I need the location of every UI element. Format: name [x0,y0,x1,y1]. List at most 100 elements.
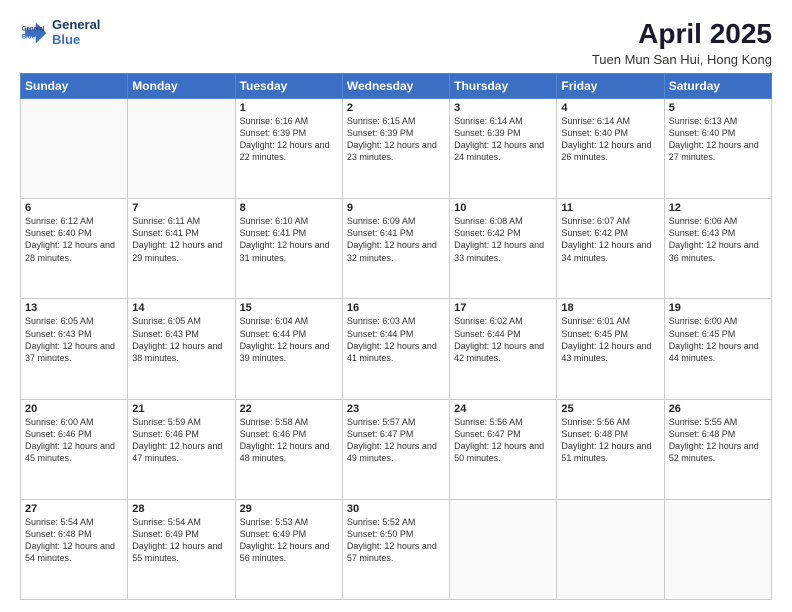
calendar-cell: 9Sunrise: 6:09 AM Sunset: 6:41 PM Daylig… [342,199,449,299]
calendar-cell: 25Sunrise: 5:56 AM Sunset: 6:48 PM Dayli… [557,399,664,499]
cell-info: Sunrise: 6:09 AM Sunset: 6:41 PM Dayligh… [347,215,445,264]
logo-icon: General Blue [20,19,48,47]
day-number: 28 [132,503,230,515]
cell-info: Sunrise: 6:13 AM Sunset: 6:40 PM Dayligh… [669,115,767,164]
day-number: 24 [454,403,552,415]
day-number: 4 [561,102,659,114]
calendar-cell: 19Sunrise: 6:00 AM Sunset: 6:45 PM Dayli… [664,299,771,399]
cell-info: Sunrise: 5:59 AM Sunset: 6:46 PM Dayligh… [132,416,230,465]
day-number: 1 [240,102,338,114]
calendar-cell: 30Sunrise: 5:52 AM Sunset: 6:50 PM Dayli… [342,499,449,599]
calendar-week-4: 20Sunrise: 6:00 AM Sunset: 6:46 PM Dayli… [21,399,772,499]
page-subtitle: Tuen Mun San Hui, Hong Kong [592,52,772,67]
day-number: 8 [240,202,338,214]
cell-info: Sunrise: 6:10 AM Sunset: 6:41 PM Dayligh… [240,215,338,264]
cell-info: Sunrise: 6:00 AM Sunset: 6:45 PM Dayligh… [669,315,767,364]
svg-text:General: General [22,25,45,32]
cell-info: Sunrise: 6:06 AM Sunset: 6:43 PM Dayligh… [669,215,767,264]
day-number: 3 [454,102,552,114]
calendar-cell: 23Sunrise: 5:57 AM Sunset: 6:47 PM Dayli… [342,399,449,499]
calendar-week-3: 13Sunrise: 6:05 AM Sunset: 6:43 PM Dayli… [21,299,772,399]
calendar-cell [557,499,664,599]
calendar-cell: 20Sunrise: 6:00 AM Sunset: 6:46 PM Dayli… [21,399,128,499]
calendar-cell: 13Sunrise: 6:05 AM Sunset: 6:43 PM Dayli… [21,299,128,399]
cell-info: Sunrise: 6:03 AM Sunset: 6:44 PM Dayligh… [347,315,445,364]
cell-info: Sunrise: 6:05 AM Sunset: 6:43 PM Dayligh… [25,315,123,364]
calendar-cell [128,99,235,199]
day-number: 12 [669,202,767,214]
calendar-week-2: 6Sunrise: 6:12 AM Sunset: 6:40 PM Daylig… [21,199,772,299]
calendar-cell: 29Sunrise: 5:53 AM Sunset: 6:49 PM Dayli… [235,499,342,599]
day-number: 26 [669,403,767,415]
cell-info: Sunrise: 5:58 AM Sunset: 6:46 PM Dayligh… [240,416,338,465]
calendar-cell: 24Sunrise: 5:56 AM Sunset: 6:47 PM Dayli… [450,399,557,499]
weekday-header-thursday: Thursday [450,74,557,99]
calendar-cell: 8Sunrise: 6:10 AM Sunset: 6:41 PM Daylig… [235,199,342,299]
cell-info: Sunrise: 5:54 AM Sunset: 6:49 PM Dayligh… [132,516,230,565]
calendar-cell: 3Sunrise: 6:14 AM Sunset: 6:39 PM Daylig… [450,99,557,199]
weekday-header-saturday: Saturday [664,74,771,99]
calendar-cell [21,99,128,199]
day-number: 18 [561,302,659,314]
day-number: 21 [132,403,230,415]
calendar-week-5: 27Sunrise: 5:54 AM Sunset: 6:48 PM Dayli… [21,499,772,599]
calendar-cell: 5Sunrise: 6:13 AM Sunset: 6:40 PM Daylig… [664,99,771,199]
calendar-table: SundayMondayTuesdayWednesdayThursdayFrid… [20,73,772,600]
calendar-cell: 28Sunrise: 5:54 AM Sunset: 6:49 PM Dayli… [128,499,235,599]
weekday-header-friday: Friday [557,74,664,99]
weekday-header-sunday: Sunday [21,74,128,99]
calendar-cell: 21Sunrise: 5:59 AM Sunset: 6:46 PM Dayli… [128,399,235,499]
cell-info: Sunrise: 5:52 AM Sunset: 6:50 PM Dayligh… [347,516,445,565]
calendar-cell: 6Sunrise: 6:12 AM Sunset: 6:40 PM Daylig… [21,199,128,299]
cell-info: Sunrise: 5:53 AM Sunset: 6:49 PM Dayligh… [240,516,338,565]
day-number: 14 [132,302,230,314]
day-number: 5 [669,102,767,114]
calendar-cell: 4Sunrise: 6:14 AM Sunset: 6:40 PM Daylig… [557,99,664,199]
calendar-cell: 16Sunrise: 6:03 AM Sunset: 6:44 PM Dayli… [342,299,449,399]
day-number: 30 [347,503,445,515]
calendar-week-1: 1Sunrise: 6:16 AM Sunset: 6:39 PM Daylig… [21,99,772,199]
cell-info: Sunrise: 6:14 AM Sunset: 6:40 PM Dayligh… [561,115,659,164]
day-number: 25 [561,403,659,415]
day-number: 9 [347,202,445,214]
calendar-cell: 10Sunrise: 6:08 AM Sunset: 6:42 PM Dayli… [450,199,557,299]
calendar-cell: 27Sunrise: 5:54 AM Sunset: 6:48 PM Dayli… [21,499,128,599]
cell-info: Sunrise: 5:56 AM Sunset: 6:47 PM Dayligh… [454,416,552,465]
calendar-cell: 22Sunrise: 5:58 AM Sunset: 6:46 PM Dayli… [235,399,342,499]
calendar-cell: 1Sunrise: 6:16 AM Sunset: 6:39 PM Daylig… [235,99,342,199]
calendar-cell: 2Sunrise: 6:15 AM Sunset: 6:39 PM Daylig… [342,99,449,199]
day-number: 23 [347,403,445,415]
day-number: 19 [669,302,767,314]
weekday-header-monday: Monday [128,74,235,99]
cell-info: Sunrise: 6:11 AM Sunset: 6:41 PM Dayligh… [132,215,230,264]
day-number: 10 [454,202,552,214]
cell-info: Sunrise: 5:57 AM Sunset: 6:47 PM Dayligh… [347,416,445,465]
day-number: 11 [561,202,659,214]
cell-info: Sunrise: 6:07 AM Sunset: 6:42 PM Dayligh… [561,215,659,264]
day-number: 20 [25,403,123,415]
day-number: 6 [25,202,123,214]
calendar-cell: 26Sunrise: 5:55 AM Sunset: 6:48 PM Dayli… [664,399,771,499]
day-number: 13 [25,302,123,314]
cell-info: Sunrise: 6:16 AM Sunset: 6:39 PM Dayligh… [240,115,338,164]
cell-info: Sunrise: 6:08 AM Sunset: 6:42 PM Dayligh… [454,215,552,264]
day-number: 17 [454,302,552,314]
day-number: 22 [240,403,338,415]
weekday-header-row: SundayMondayTuesdayWednesdayThursdayFrid… [21,74,772,99]
cell-info: Sunrise: 6:02 AM Sunset: 6:44 PM Dayligh… [454,315,552,364]
cell-info: Sunrise: 6:01 AM Sunset: 6:45 PM Dayligh… [561,315,659,364]
cell-info: Sunrise: 6:12 AM Sunset: 6:40 PM Dayligh… [25,215,123,264]
cell-info: Sunrise: 6:04 AM Sunset: 6:44 PM Dayligh… [240,315,338,364]
day-number: 16 [347,302,445,314]
weekday-header-wednesday: Wednesday [342,74,449,99]
cell-info: Sunrise: 5:56 AM Sunset: 6:48 PM Dayligh… [561,416,659,465]
calendar-cell [450,499,557,599]
page-title: April 2025 [592,18,772,50]
cell-info: Sunrise: 6:00 AM Sunset: 6:46 PM Dayligh… [25,416,123,465]
calendar-cell: 12Sunrise: 6:06 AM Sunset: 6:43 PM Dayli… [664,199,771,299]
title-block: April 2025 Tuen Mun San Hui, Hong Kong [592,18,772,67]
calendar-cell [664,499,771,599]
page-header: General Blue General Blue April 2025 Tue… [20,18,772,67]
weekday-header-tuesday: Tuesday [235,74,342,99]
calendar-cell: 14Sunrise: 6:05 AM Sunset: 6:43 PM Dayli… [128,299,235,399]
